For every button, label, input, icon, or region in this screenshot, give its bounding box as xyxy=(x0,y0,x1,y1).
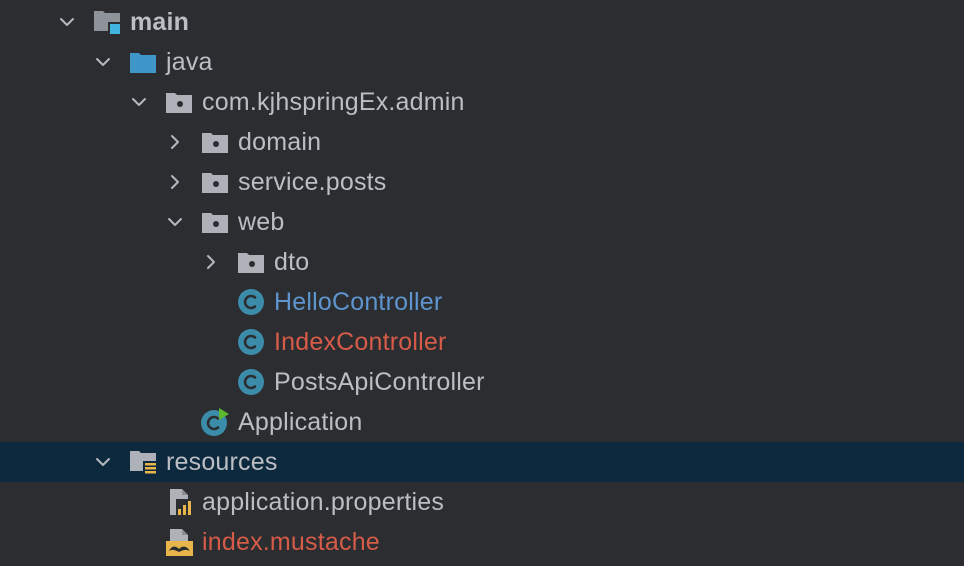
tree-node-label: application.properties xyxy=(202,488,445,516)
tree-node-label: index.mustache xyxy=(202,528,380,556)
package-icon xyxy=(200,122,230,162)
tree-node-label: PostsApiController xyxy=(274,368,485,396)
tree-node-application-properties[interactable]: application.properties xyxy=(0,482,964,522)
properties-file-icon xyxy=(164,482,194,522)
chevron-down-icon[interactable] xyxy=(91,442,115,482)
tree-node-application[interactable]: Application xyxy=(0,402,964,442)
tree-node-label: resources xyxy=(166,448,278,476)
tree-node-java[interactable]: java xyxy=(0,42,964,82)
tree-node-label: domain xyxy=(238,128,322,156)
chevron-right-icon[interactable] xyxy=(199,242,223,282)
chevron-down-icon[interactable] xyxy=(163,202,187,242)
tree-node-label: web xyxy=(238,208,285,236)
chevron-down-icon[interactable] xyxy=(91,42,115,82)
tree-node-label: IndexController xyxy=(274,328,447,356)
tree-node-label: service.posts xyxy=(238,168,387,196)
tree-node-label: com.kjhspringEx.admin xyxy=(202,88,465,116)
tree-node-posts-api-controller[interactable]: PostsApiController xyxy=(0,362,964,402)
project-tree: main java com.kjhspringEx.admin domain s… xyxy=(0,0,964,566)
tree-node-index-controller[interactable]: IndexController xyxy=(0,322,964,362)
tree-node-service-posts[interactable]: service.posts xyxy=(0,162,964,202)
tree-node-label: Application xyxy=(238,408,363,436)
tree-node-dto[interactable]: dto xyxy=(0,242,964,282)
mustache-file-icon xyxy=(164,522,194,562)
tree-node-domain[interactable]: domain xyxy=(0,122,964,162)
class-icon xyxy=(236,282,266,322)
package-icon xyxy=(164,82,194,122)
class-icon xyxy=(236,322,266,362)
tree-node-package-admin[interactable]: com.kjhspringEx.admin xyxy=(0,82,964,122)
tree-node-index-mustache[interactable]: index.mustache xyxy=(0,522,964,562)
tree-node-label: java xyxy=(166,48,213,76)
chevron-down-icon[interactable] xyxy=(127,82,151,122)
tree-node-main[interactable]: main xyxy=(0,2,964,42)
package-icon xyxy=(236,242,266,282)
chevron-down-icon[interactable] xyxy=(55,2,79,42)
source-folder-icon xyxy=(128,42,158,82)
tree-node-web[interactable]: web xyxy=(0,202,964,242)
class-icon xyxy=(236,362,266,402)
chevron-right-icon[interactable] xyxy=(163,162,187,202)
package-icon xyxy=(200,202,230,242)
package-icon xyxy=(200,162,230,202)
tree-node-label: HelloController xyxy=(274,288,443,316)
source-root-folder-icon xyxy=(92,2,122,42)
tree-node-label: main xyxy=(130,8,190,36)
tree-node-resources[interactable]: resources xyxy=(0,442,964,482)
chevron-right-icon[interactable] xyxy=(163,122,187,162)
tree-node-hello-controller[interactable]: HelloController xyxy=(0,282,964,322)
resources-folder-icon xyxy=(128,442,158,482)
spring-boot-class-icon xyxy=(200,402,230,442)
tree-node-label: dto xyxy=(274,248,310,276)
